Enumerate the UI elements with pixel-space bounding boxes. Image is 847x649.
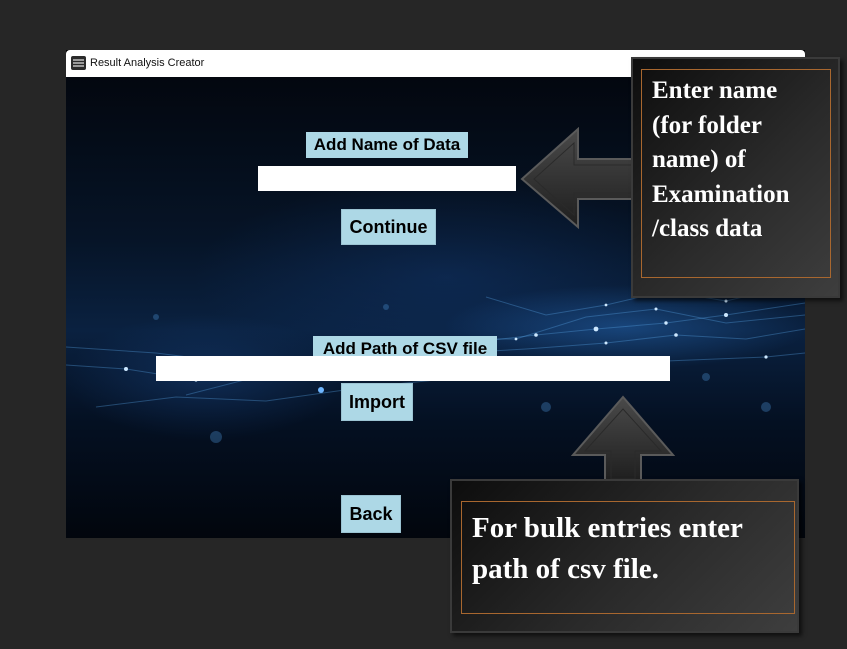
up-arrow-icon — [571, 395, 675, 484]
name-label: Add Name of Data — [306, 132, 468, 158]
app-icon — [71, 56, 86, 70]
import-button[interactable]: Import — [341, 383, 413, 421]
csv-hint-text: For bulk entries enter path of csv file. — [461, 501, 795, 614]
back-button[interactable]: Back — [341, 495, 401, 533]
csv-path-input[interactable] — [156, 356, 670, 381]
data-name-input[interactable] — [258, 166, 516, 191]
csv-hint-callout: For bulk entries enter path of csv file. — [450, 479, 799, 633]
name-hint-text: Enter name (for folder name) of Examinat… — [641, 69, 831, 278]
continue-button[interactable]: Continue — [341, 209, 436, 245]
window-title: Result Analysis Creator — [90, 57, 205, 69]
left-arrow-icon — [520, 127, 639, 229]
name-hint-callout: Enter name (for folder name) of Examinat… — [631, 57, 840, 298]
